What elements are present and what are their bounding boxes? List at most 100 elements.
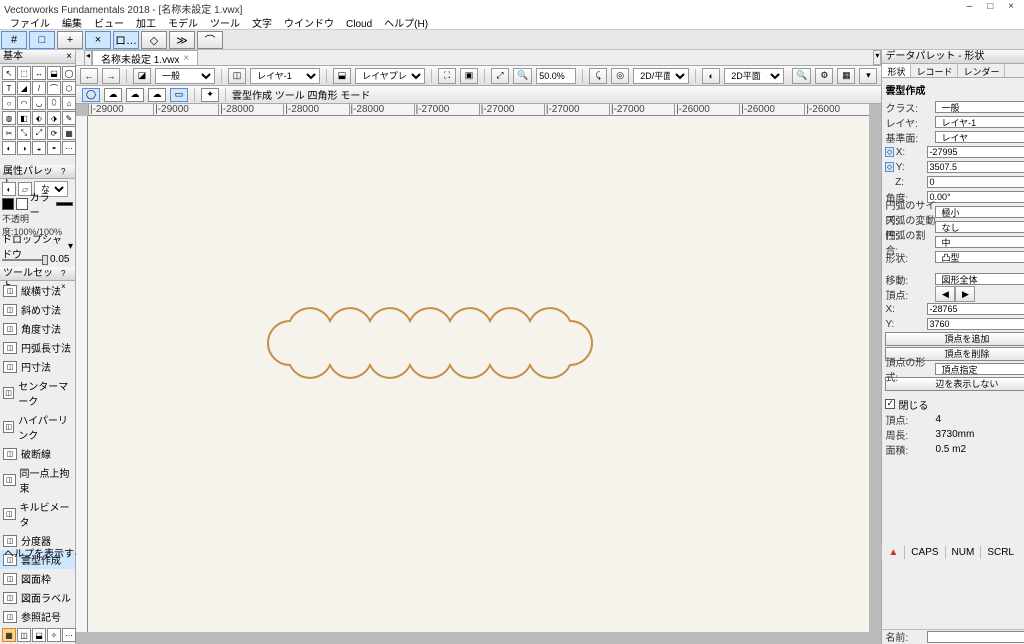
tool-21[interactable]: ⤡: [17, 126, 31, 140]
arcsize-field[interactable]: 極小: [935, 206, 1024, 218]
toolset-item[interactable]: ◫図面ラベル: [0, 588, 75, 607]
tool-22[interactable]: ⤢: [32, 126, 46, 140]
snap-angle[interactable]: +: [57, 31, 83, 49]
tool-5[interactable]: T: [2, 81, 16, 95]
tool-25[interactable]: ◐: [2, 141, 16, 155]
menu-モデル[interactable]: モデル: [162, 14, 204, 31]
snap-object[interactable]: □: [29, 31, 55, 49]
menu-ツール[interactable]: ツール: [204, 14, 246, 31]
shape-field[interactable]: 凸型: [935, 251, 1024, 263]
cloud-shape[interactable]: [248, 288, 608, 398]
tool-14[interactable]: ⌂: [62, 96, 76, 110]
tool-23[interactable]: ⟳: [47, 126, 61, 140]
minimize-button[interactable]: –: [960, 1, 978, 12]
menu-加工[interactable]: 加工: [130, 14, 162, 31]
name-field[interactable]: [927, 631, 1024, 643]
plane-icon[interactable]: ⬓: [333, 68, 351, 84]
toolset-item[interactable]: ◫円寸法: [0, 357, 75, 376]
toolset-panel-header[interactable]: ツールセット? ×: [0, 267, 75, 281]
tool-12[interactable]: ◡: [32, 96, 46, 110]
angle-field[interactable]: [927, 191, 1024, 203]
toolset-item[interactable]: ◫縦横寸法: [0, 281, 75, 300]
layer-select[interactable]: レイヤ-1: [250, 68, 320, 84]
toolset-item[interactable]: ◫斜め寸法: [0, 300, 75, 319]
z-field[interactable]: [927, 176, 1024, 188]
close-icon[interactable]: ×: [66, 50, 72, 63]
toolset-item[interactable]: ◫センターマーク: [0, 376, 75, 410]
toolset-tab-4[interactable]: ⋯: [62, 628, 76, 642]
menu-Cloud[interactable]: Cloud: [340, 18, 378, 31]
view-icon[interactable]: ◎: [611, 68, 629, 84]
arcvar-field[interactable]: なし: [935, 221, 1024, 233]
zoom-page[interactable]: ▣: [460, 68, 478, 84]
mode-ellipse[interactable]: ◯: [82, 88, 100, 102]
arcbill-field[interactable]: 中: [935, 236, 1024, 248]
tool-29[interactable]: ⋯: [62, 141, 76, 155]
line-swatch[interactable]: [56, 202, 73, 206]
mode-rect[interactable]: ▭: [170, 88, 188, 102]
tool-0[interactable]: ↖: [2, 66, 16, 80]
zoom-out[interactable]: ⤢: [491, 68, 509, 84]
y-field[interactable]: [927, 161, 1024, 173]
tool-19[interactable]: ✎: [62, 111, 76, 125]
tool-10[interactable]: ○: [2, 96, 16, 110]
tool-20[interactable]: ✂: [2, 126, 16, 140]
toolset-item[interactable]: ◫参照記号: [0, 607, 75, 626]
snap-distance[interactable]: ◇: [141, 31, 167, 49]
tool-2[interactable]: ↔: [32, 66, 46, 80]
move-field[interactable]: 図形全体: [935, 273, 1024, 285]
plane-field[interactable]: レイヤ: [935, 131, 1024, 143]
snap-grid[interactable]: #: [1, 31, 27, 49]
vertex-form-field[interactable]: 頂点指定: [935, 363, 1024, 375]
tab-menu[interactable]: ▾: [873, 50, 881, 65]
tool-9[interactable]: ⬡: [62, 81, 76, 95]
tool-8[interactable]: ⌒: [47, 81, 61, 95]
close-button[interactable]: ×: [1002, 1, 1020, 12]
tab-render[interactable]: レンダー: [958, 64, 1005, 77]
nav-back[interactable]: ←: [80, 68, 98, 84]
view-select[interactable]: 2D/平面: [633, 68, 689, 84]
tab-close-icon[interactable]: ×: [183, 53, 189, 64]
toolset-tab-0[interactable]: ▦: [2, 628, 16, 642]
zoom-in[interactable]: 🔍: [513, 68, 532, 84]
drawing-canvas[interactable]: [88, 116, 869, 632]
tool-11[interactable]: ◠: [17, 96, 31, 110]
toolset-item[interactable]: ◫円弧長寸法: [0, 338, 75, 357]
dropdown-icon[interactable]: ▾: [859, 68, 877, 84]
toolset-item[interactable]: ◫角度寸法: [0, 319, 75, 338]
menu-ビュー[interactable]: ビュー: [88, 14, 130, 31]
toolset-tab-3[interactable]: ✧: [47, 628, 61, 642]
vertex-y-field[interactable]: [927, 318, 1024, 330]
render-select[interactable]: 2D平面: [724, 68, 784, 84]
zoom-fit[interactable]: ⛶: [438, 68, 456, 84]
tab-record[interactable]: レコード: [911, 64, 958, 77]
tool-6[interactable]: ◢: [17, 81, 31, 95]
fill-swatch[interactable]: [16, 198, 28, 210]
close-checkbox[interactable]: [885, 399, 895, 409]
tool-28[interactable]: ◓: [47, 141, 61, 155]
attr-panel-header[interactable]: 属性パレット? ×: [0, 165, 75, 179]
mode-prefs[interactable]: ✦: [201, 88, 219, 102]
tool-18[interactable]: ⬗: [47, 111, 61, 125]
search-icon[interactable]: 🔍: [792, 68, 811, 84]
settings-icon[interactable]: ⚙: [815, 68, 833, 84]
menu-ヘルプ(H)[interactable]: ヘルプ(H): [378, 14, 434, 31]
fill-dropper-icon[interactable]: ◐: [2, 182, 16, 196]
tool-15[interactable]: ◍: [2, 111, 16, 125]
color-icon[interactable]: ▦: [837, 68, 855, 84]
toolset-item[interactable]: ◫ハイパーリンク: [0, 410, 75, 444]
menu-文字[interactable]: 文字: [246, 14, 278, 31]
menu-ウインドウ[interactable]: ウインドウ: [278, 14, 340, 31]
mode-cloud2[interactable]: ☁: [126, 88, 144, 102]
basic-panel-header[interactable]: 基本×: [0, 50, 75, 64]
snap-edge[interactable]: ≫: [169, 31, 195, 49]
pen-swatch[interactable]: [2, 198, 14, 210]
x-field[interactable]: [927, 146, 1024, 158]
layer-vis-icon[interactable]: ◫: [228, 68, 246, 84]
zoom-input[interactable]: [536, 68, 576, 84]
tool-26[interactable]: ◑: [17, 141, 31, 155]
class-vis-icon[interactable]: ◪: [133, 68, 151, 84]
plane-select[interactable]: レイヤプレーン: [355, 68, 425, 84]
tool-4[interactable]: ◯: [62, 66, 76, 80]
tool-16[interactable]: ◧: [17, 111, 31, 125]
